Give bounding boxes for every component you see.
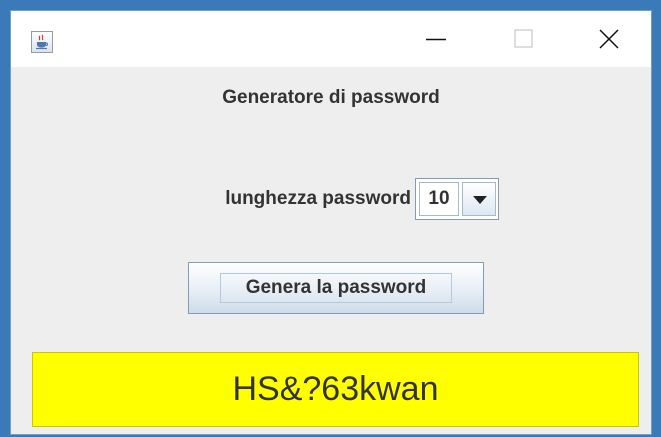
length-dropdown-button[interactable]	[462, 182, 496, 216]
title-bar[interactable]	[11, 11, 651, 67]
generate-password-label: Genera la password	[220, 273, 452, 303]
close-icon	[599, 29, 619, 49]
minimize-icon	[426, 38, 446, 41]
app-window: Generatore di password lunghezza passwor…	[10, 10, 652, 435]
chevron-down-icon	[473, 196, 487, 204]
generate-password-button[interactable]: Genera la password	[188, 262, 484, 314]
maximize-icon	[514, 29, 533, 48]
length-label: lunghezza password	[225, 188, 411, 209]
minimize-button[interactable]	[392, 11, 480, 67]
page-title: Generatore di password	[222, 87, 440, 108]
close-button[interactable]	[565, 11, 653, 67]
length-selected-value[interactable]: 10	[419, 182, 459, 216]
maximize-button[interactable]	[480, 11, 568, 67]
java-cup-icon	[36, 34, 49, 50]
java-app-icon[interactable]	[31, 31, 53, 53]
password-output: HS&?63kwan	[32, 352, 639, 427]
length-select[interactable]: 10	[415, 178, 499, 220]
